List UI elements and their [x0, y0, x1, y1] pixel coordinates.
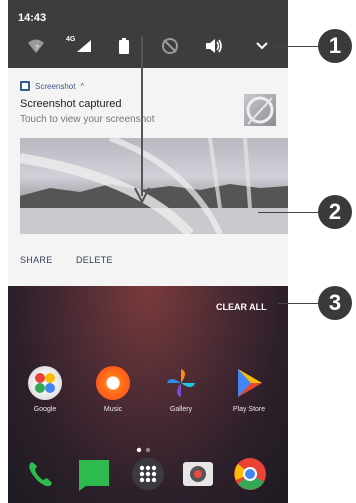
swipe-down-arrow	[134, 36, 150, 205]
network-type-label: 4G	[66, 36, 76, 43]
notification-header: Screenshot ^	[20, 81, 84, 91]
mobile-data-icon[interactable]: 4G	[64, 36, 94, 56]
clock: 14:43	[18, 12, 47, 24]
screenshot-thumbnail	[244, 94, 276, 126]
play-store-icon	[232, 366, 266, 400]
notification-title: Screenshot captured	[20, 98, 122, 110]
music-icon	[96, 366, 130, 400]
volume-icon[interactable]	[200, 36, 228, 56]
screenshot-app-icon	[20, 81, 30, 91]
app-music[interactable]: Music	[88, 366, 138, 413]
app-gallery[interactable]: Gallery	[156, 366, 206, 413]
notification-actions: SHARE DELETE	[8, 234, 288, 286]
app-label-google: Google	[33, 406, 57, 413]
callout-marker-2: 2	[318, 195, 352, 229]
chrome-icon[interactable]	[232, 456, 268, 492]
gallery-icon	[164, 366, 198, 400]
callout-leader-3	[278, 303, 318, 304]
notification-expand-glyph[interactable]: ^	[80, 82, 84, 91]
share-button[interactable]: SHARE	[20, 255, 53, 265]
app-drawer-icon[interactable]	[130, 456, 166, 492]
messages-icon[interactable]	[76, 456, 112, 492]
callout-leader-2	[258, 212, 318, 213]
app-label-play-store: Play Store	[232, 406, 266, 413]
app-google[interactable]: Google	[20, 366, 70, 413]
home-screen: CLEAR ALL Google Music Gallery Play Stor…	[8, 286, 288, 503]
delete-button[interactable]: DELETE	[76, 255, 113, 265]
screenshot-preview-image[interactable]	[20, 138, 288, 234]
google-folder-icon	[28, 366, 62, 400]
callout-leader-1	[272, 46, 318, 47]
camera-icon[interactable]	[180, 456, 216, 492]
app-play-store[interactable]: Play Store	[224, 366, 274, 413]
callout-marker-3: 3	[318, 286, 352, 320]
phone-icon[interactable]	[22, 456, 58, 492]
app-label-gallery: Gallery	[169, 406, 193, 413]
clear-all-button[interactable]: CLEAR ALL	[216, 302, 267, 312]
callout-marker-1: 1	[318, 29, 352, 63]
app-label-music: Music	[103, 406, 123, 413]
svg-text:?: ?	[35, 45, 39, 52]
notification-app-name: Screenshot	[35, 81, 76, 91]
wifi-icon[interactable]: ?	[22, 36, 50, 56]
do-not-disturb-icon[interactable]	[156, 36, 184, 56]
